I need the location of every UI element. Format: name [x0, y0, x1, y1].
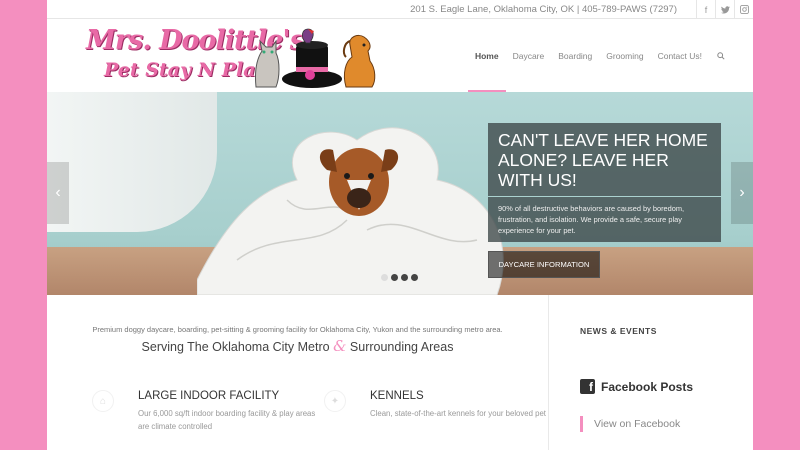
slider-dot-1[interactable] — [381, 274, 388, 281]
logo-text-line2: Pet Stay N Play — [104, 59, 267, 81]
slider-dot-2[interactable] — [391, 274, 398, 281]
nav-item-daycare[interactable]: Daycare — [506, 20, 552, 92]
feature-indoor-facility: ⌂ LARGE INDOOR FACILITY Our 6,000 sq/ft … — [92, 390, 318, 433]
contact-address: 201 S. Eagle Lane, Oklahoma City, OK | 4… — [410, 4, 677, 15]
paw-icon: ✦ — [324, 390, 346, 412]
tagline-part-1: Serving The Oklahoma City Metro — [141, 340, 330, 354]
cat-illustration — [255, 39, 280, 88]
top-bar: 201 S. Eagle Lane, Oklahoma City, OK | 4… — [47, 0, 753, 19]
home-icon: ⌂ — [92, 390, 114, 412]
top-hat-illustration — [282, 41, 342, 88]
main-content: Premium doggy daycare, boarding, pet-sit… — [47, 295, 548, 450]
view-on-facebook-link[interactable]: View on Facebook — [580, 416, 680, 432]
hero-slider: ‹ › CAN'T LEAVE HER HOME ALONE? LEAVE HE… — [47, 92, 753, 295]
nav-item-grooming[interactable]: Grooming — [599, 20, 650, 92]
slider-next-button[interactable]: › — [731, 162, 753, 224]
logo-pets-illustration — [255, 28, 376, 88]
twitter-icon[interactable] — [715, 0, 734, 19]
site-logo[interactable]: Mrs. Doolittle's Pet Stay N Play — [84, 23, 378, 91]
hero-puppy-image — [197, 127, 504, 295]
hero-body-text: 90% of all destructive behaviors are cau… — [488, 197, 721, 242]
tagline-part-2: Surrounding Areas — [349, 340, 454, 354]
feature-description: Clean, state-of-the-art kennels for your… — [370, 409, 546, 418]
sidebar: NEWS & EVENTS f Facebook Posts View on F… — [580, 295, 750, 450]
content-divider — [548, 295, 549, 450]
slider-dot-4[interactable] — [411, 274, 418, 281]
page: 201 S. Eagle Lane, Oklahoma City, OK | 4… — [47, 0, 753, 450]
instagram-icon[interactable] — [734, 0, 753, 19]
news-events-heading: NEWS & EVENTS — [580, 326, 657, 336]
hero-caption: CAN'T LEAVE HER HOME ALONE? LEAVE HER WI… — [488, 123, 721, 242]
nav-item-home[interactable]: Home — [467, 20, 506, 92]
feature-kennels: ✦ KENNELS Clean, state-of-the-art kennel… — [324, 390, 550, 420]
feature-description: Our 6,000 sq/ft indoor boarding facility… — [138, 409, 316, 431]
feature-title: KENNELS — [370, 390, 424, 402]
slider-prev-button[interactable]: ‹ — [47, 162, 69, 224]
feature-title: LARGE INDOOR FACILITY — [138, 390, 280, 402]
dog-illustration — [342, 34, 376, 88]
hero-toilet-shape — [47, 92, 217, 232]
slider-dots — [381, 274, 418, 281]
nav-item-contact[interactable]: Contact Us! — [651, 20, 709, 92]
site-header: Mrs. Doolittle's Pet Stay N Play Home Da… — [47, 20, 753, 92]
tagline-ampersand: & — [333, 337, 347, 355]
social-links: f — [696, 0, 753, 19]
daycare-information-button[interactable]: DAYCARE INFORMATION — [488, 251, 600, 278]
hero-heading: CAN'T LEAVE HER HOME ALONE? LEAVE HER WI… — [488, 123, 721, 196]
search-icon[interactable] — [709, 20, 725, 92]
facebook-posts-label: Facebook Posts — [601, 379, 694, 394]
main-nav: Home Daycare Boarding Grooming Contact U… — [467, 20, 725, 92]
slider-dot-3[interactable] — [401, 274, 408, 281]
facebook-square-icon: f — [580, 379, 595, 394]
nav-item-boarding[interactable]: Boarding — [551, 20, 599, 92]
facebook-posts-heading: f Facebook Posts — [580, 379, 693, 394]
facebook-icon[interactable]: f — [696, 0, 715, 19]
parrot-illustration — [302, 28, 314, 44]
tagline: Serving The Oklahoma City Metro & Surrou… — [47, 337, 548, 355]
intro-text: Premium doggy daycare, boarding, pet-sit… — [92, 325, 503, 334]
